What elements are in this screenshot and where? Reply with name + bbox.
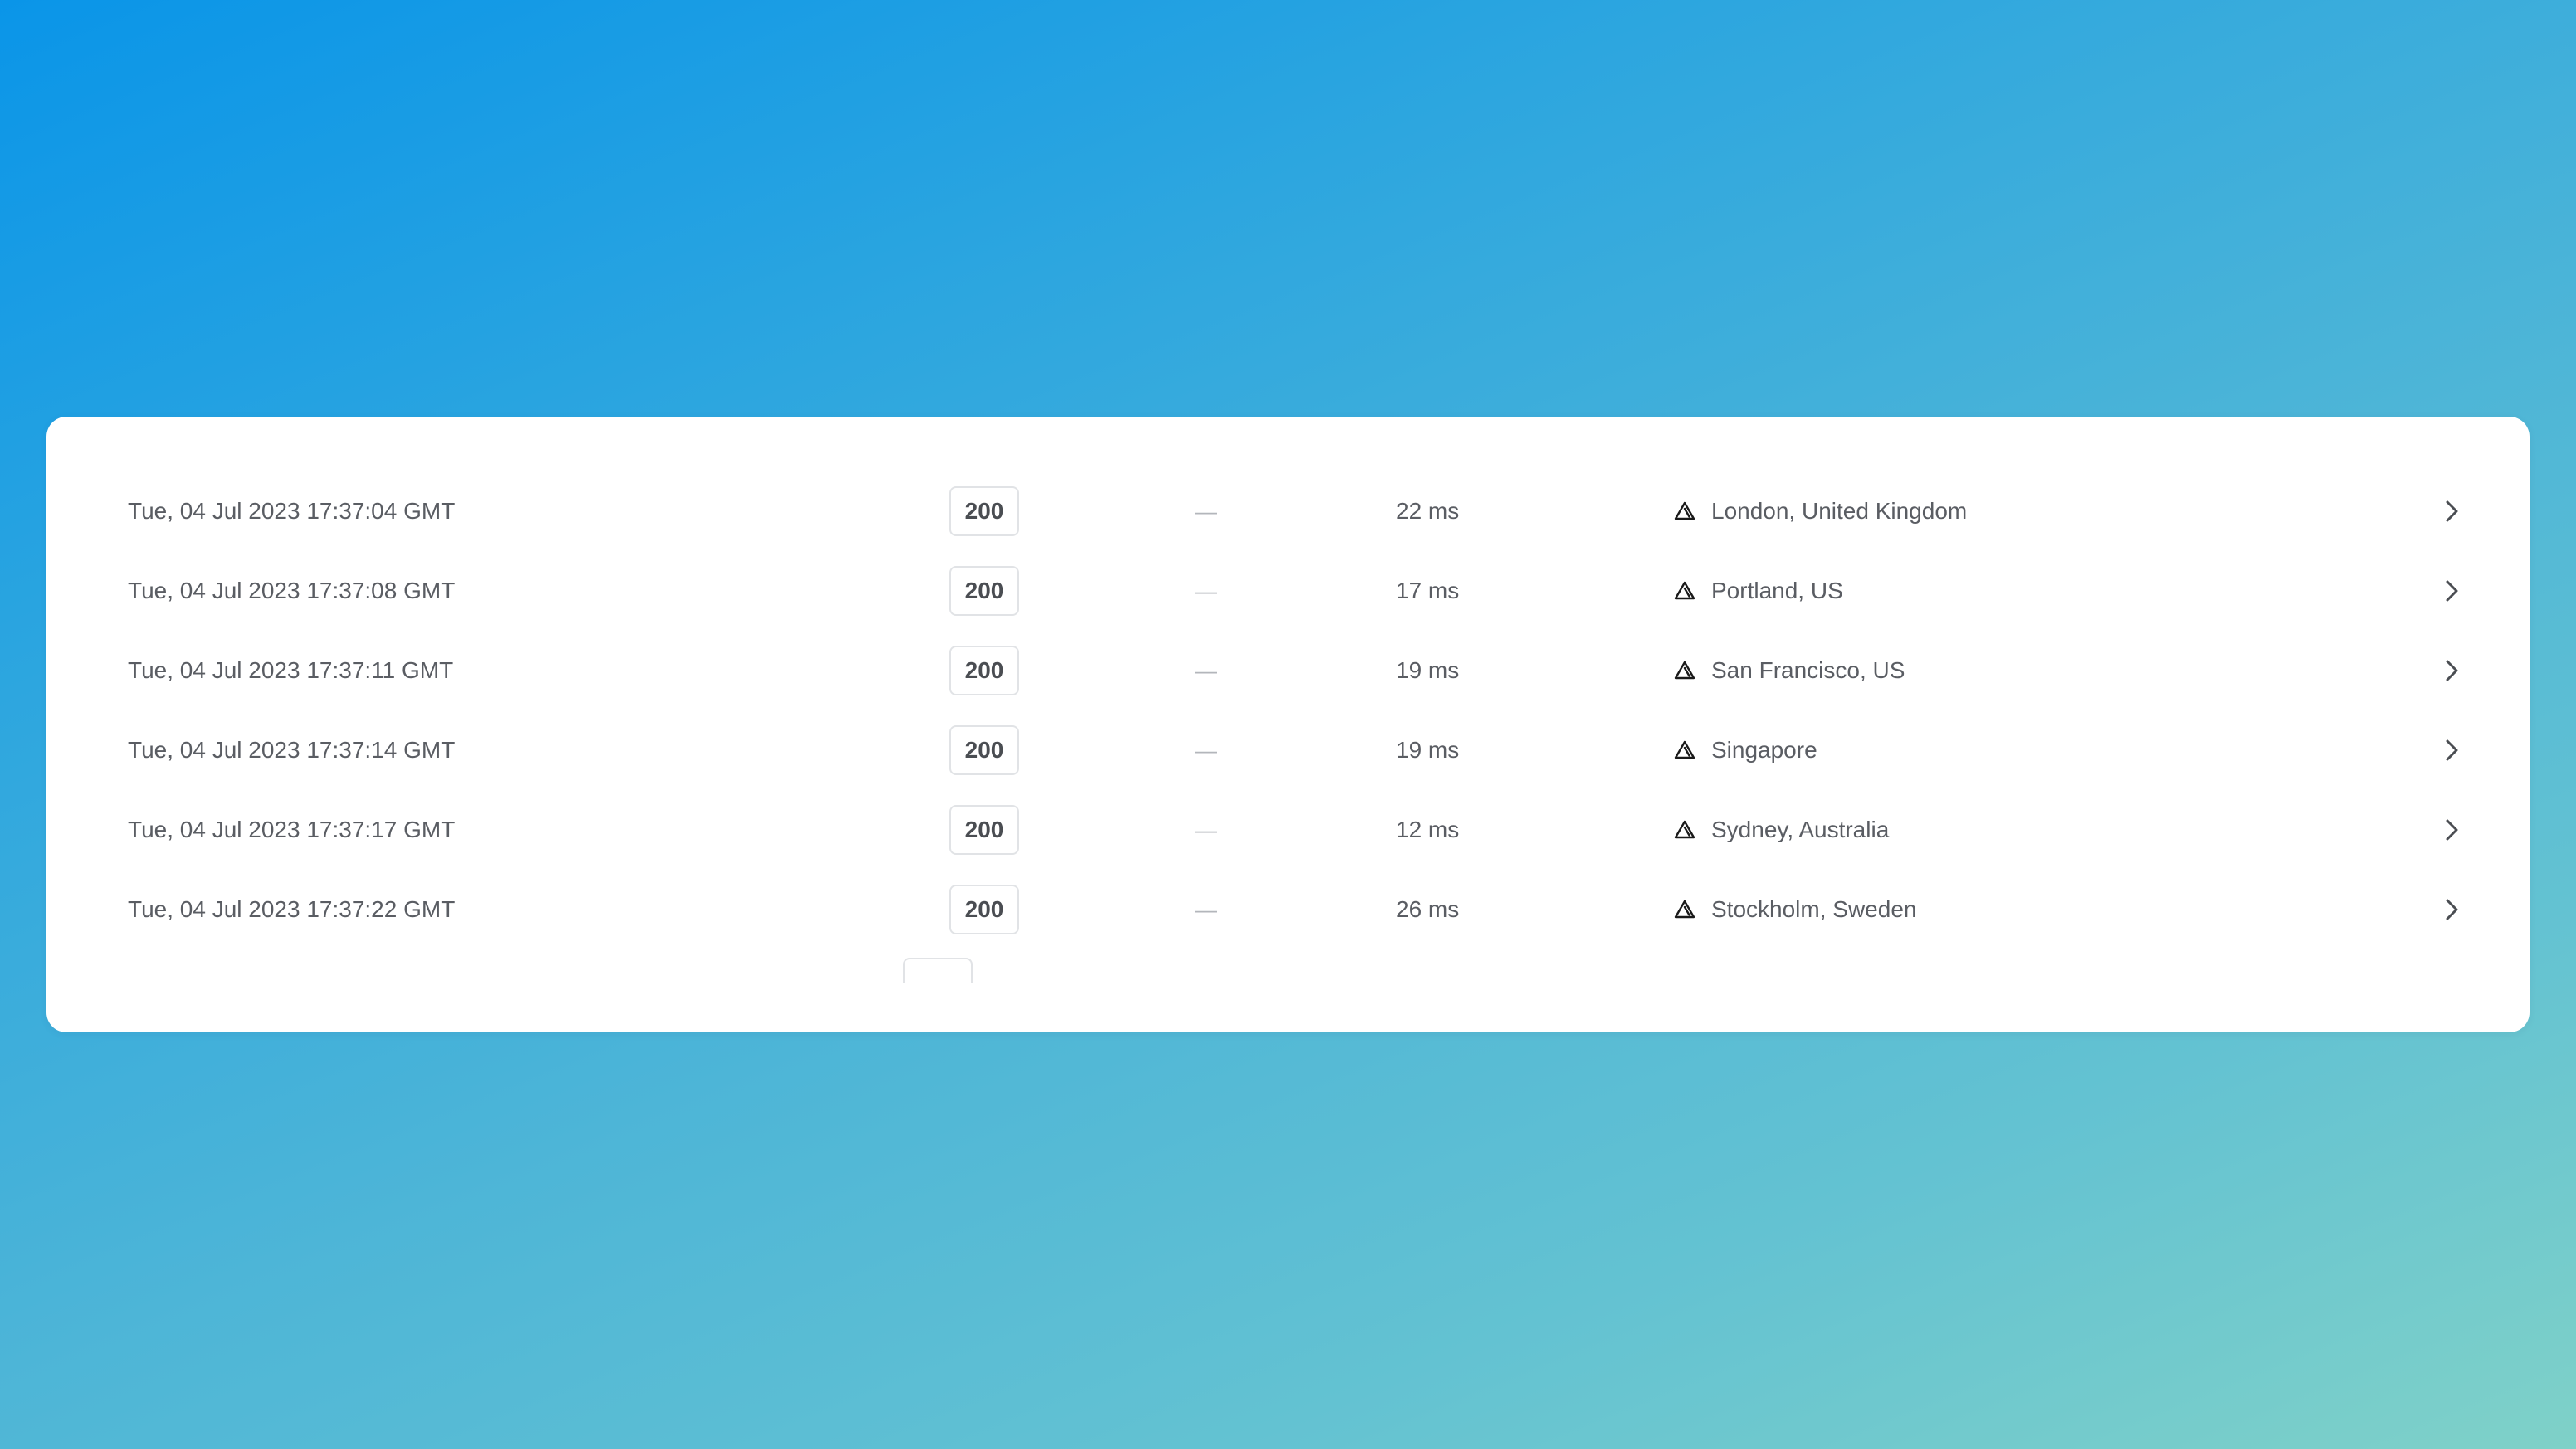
region-label: Singapore	[1711, 737, 1817, 763]
check-row[interactable]: Tue, 04 Jul 2023 17:37:17 GMT 200 — 12 m…	[46, 790, 2530, 870]
chevron-right-icon[interactable]	[2438, 657, 2465, 684]
row-detail-cell[interactable]	[2435, 870, 2468, 949]
region-cell: San Francisco, US	[1671, 631, 2418, 710]
empty-value-dash: —	[1195, 896, 1217, 922]
region-cell: Stockholm, Sweden	[1671, 870, 2418, 949]
status-code-badge: 200	[949, 885, 1019, 934]
region-label: Portland, US	[1711, 578, 1843, 603]
status-cell: 200	[949, 471, 1032, 551]
chevron-right-icon[interactable]	[2438, 498, 2465, 524]
check-row[interactable]: Tue, 04 Jul 2023 17:37:22 GMT 200 — 26 m…	[46, 870, 2530, 949]
region-label: Stockholm, Sweden	[1711, 896, 1917, 922]
check-timestamp: Tue, 04 Jul 2023 17:37:11 GMT	[128, 657, 454, 683]
empty-value-dash: —	[1195, 498, 1217, 524]
check-timestamp: Tue, 04 Jul 2023 17:37:17 GMT	[128, 817, 456, 842]
region-cell: Portland, US	[1671, 551, 2418, 631]
status-code-badge: 200	[949, 646, 1019, 695]
latency-value: 22 ms	[1396, 498, 1460, 524]
check-row[interactable]: Tue, 04 Jul 2023 17:37:08 GMT 200 — 17 m…	[46, 551, 2530, 631]
chevron-right-icon[interactable]	[2438, 896, 2465, 923]
latency-value: 19 ms	[1396, 737, 1460, 763]
status-code-badge: 200	[949, 725, 1019, 775]
check-row[interactable]: Tue, 04 Jul 2023 17:37:04 GMT 200 — 22 m…	[46, 471, 2530, 551]
clipped-status-badge	[903, 958, 973, 983]
check-timestamp: Tue, 04 Jul 2023 17:37:08 GMT	[128, 578, 456, 603]
region-label: London, United Kingdom	[1711, 498, 1968, 524]
status-cell: 200	[949, 710, 1032, 790]
region-label: Sydney, Australia	[1711, 817, 1890, 842]
row-detail-cell[interactable]	[2435, 471, 2468, 551]
triangle-provider-icon	[1671, 657, 1698, 684]
status-code-badge: 200	[949, 486, 1019, 536]
status-code-badge: 200	[949, 805, 1019, 855]
chevron-right-icon[interactable]	[2438, 817, 2465, 843]
row-detail-cell[interactable]	[2435, 710, 2468, 790]
triangle-provider-icon	[1671, 737, 1698, 764]
check-timestamp: Tue, 04 Jul 2023 17:37:22 GMT	[128, 896, 456, 922]
checks-list: Tue, 04 Jul 2023 17:37:04 GMT 200 — 22 m…	[46, 471, 2530, 969]
empty-value-dash: —	[1195, 737, 1217, 763]
row-detail-cell[interactable]	[2435, 551, 2468, 631]
row-detail-cell[interactable]	[2435, 631, 2468, 710]
status-cell: 200	[949, 631, 1032, 710]
region-cell: Singapore	[1671, 710, 2418, 790]
latency-value: 12 ms	[1396, 817, 1460, 842]
triangle-provider-icon	[1671, 896, 1698, 923]
triangle-provider-icon	[1671, 817, 1698, 843]
region-cell: London, United Kingdom	[1671, 471, 2418, 551]
check-timestamp: Tue, 04 Jul 2023 17:37:04 GMT	[128, 498, 456, 524]
check-row[interactable]: Tue, 04 Jul 2023 17:37:14 GMT 200 — 19 m…	[46, 710, 2530, 790]
status-code-badge: 200	[949, 566, 1019, 616]
region-label: San Francisco, US	[1711, 657, 1905, 683]
latency-value: 26 ms	[1396, 896, 1460, 922]
row-detail-cell[interactable]	[2435, 790, 2468, 870]
empty-value-dash: —	[1195, 578, 1217, 603]
triangle-provider-icon	[1671, 498, 1698, 524]
chevron-right-icon[interactable]	[2438, 578, 2465, 604]
status-cell: 200	[949, 790, 1032, 870]
latency-value: 17 ms	[1396, 578, 1460, 603]
empty-value-dash: —	[1195, 817, 1217, 842]
check-row[interactable]: Tue, 04 Jul 2023 17:37:11 GMT 200 — 19 m…	[46, 631, 2530, 710]
check-timestamp: Tue, 04 Jul 2023 17:37:14 GMT	[128, 737, 456, 763]
empty-value-dash: —	[1195, 657, 1217, 683]
checks-card: Tue, 04 Jul 2023 17:37:04 GMT 200 — 22 m…	[46, 417, 2530, 1032]
status-cell: 200	[949, 551, 1032, 631]
triangle-provider-icon	[1671, 578, 1698, 604]
chevron-right-icon[interactable]	[2438, 737, 2465, 764]
region-cell: Sydney, Australia	[1671, 790, 2418, 870]
status-cell: 200	[949, 870, 1032, 949]
latency-value: 19 ms	[1396, 657, 1460, 683]
